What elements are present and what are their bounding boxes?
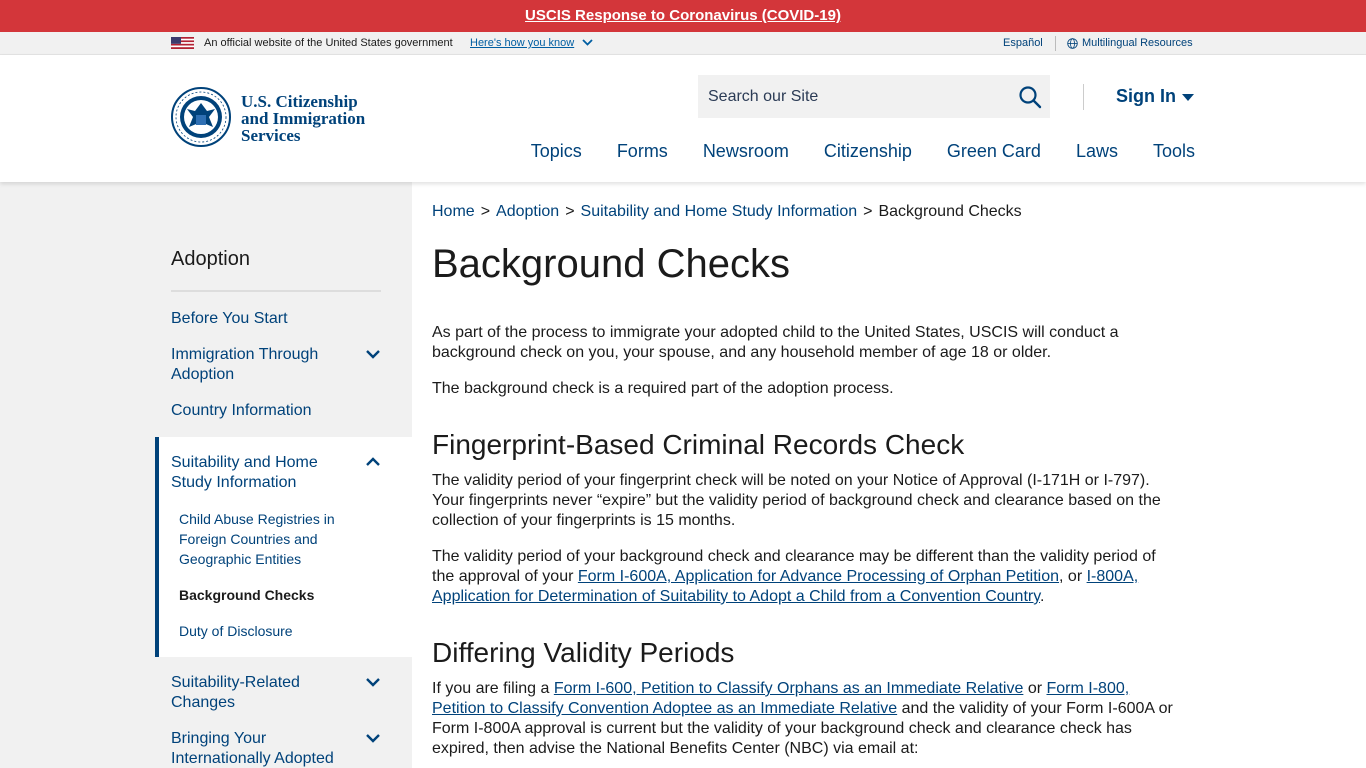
sidebar-subitem-background-checks[interactable]: Background Checks [179, 585, 349, 605]
fingerprint-paragraph-2: The validity period of your background c… [432, 547, 1182, 607]
breadcrumb-current: Background Checks [878, 203, 1022, 220]
globe-icon [1067, 38, 1078, 49]
nav-newsroom[interactable]: Newsroom [703, 141, 789, 162]
covid-alert-bar: USCIS Response to Coronavirus (COVID-19) [0, 0, 1366, 32]
main-navigation: Topics Forms Newsroom Citizenship Green … [496, 141, 1195, 162]
fingerprint-paragraph-1: The validity period of your fingerprint … [432, 472, 1161, 529]
multilingual-resources-link[interactable]: Multilingual Resources [1082, 37, 1193, 49]
banner-divider [1055, 36, 1056, 51]
official-website-text: An official website of the United States… [204, 37, 453, 49]
sidebar-item-suitability-related-changes[interactable]: Suitability-Related Changes [171, 673, 351, 713]
chevron-up-icon[interactable] [364, 453, 382, 471]
covid-alert-link[interactable]: USCIS Response to Coronavirus (COVID-19) [525, 7, 841, 24]
section-heading-fingerprint: Fingerprint-Based Criminal Records Check [432, 429, 965, 460]
fp-text-b: , or [1059, 568, 1087, 585]
sign-in-button[interactable]: Sign In [1116, 86, 1194, 107]
sidebar-subitem-duty-of-disclosure[interactable]: Duty of Disclosure [179, 621, 349, 641]
page-title: Background Checks [432, 242, 790, 286]
logo-line-1: U.S. Citizenship [241, 92, 358, 111]
breadcrumb-adoption[interactable]: Adoption [496, 203, 559, 220]
chevron-down-icon[interactable] [364, 729, 382, 747]
sidebar-subitem-child-abuse-registries[interactable]: Child Abuse Registries in Foreign Countr… [179, 509, 349, 569]
section-heading-differing-validity: Differing Validity Periods [432, 637, 735, 668]
sidebar-item-bringing-your-child[interactable]: Bringing Your Internationally Adopted [171, 729, 361, 768]
breadcrumb: Home > Adoption > Suitability and Home Study… [432, 203, 1022, 221]
search-icon[interactable] [1018, 85, 1042, 109]
intro-paragraph-1: As part of the process to immigrate your… [432, 324, 1119, 361]
sign-in-label: Sign In [1116, 86, 1176, 106]
us-flag-icon [171, 37, 194, 49]
breadcrumb-separator: > [565, 203, 575, 220]
breadcrumb-separator: > [863, 203, 873, 220]
nav-laws[interactable]: Laws [1076, 141, 1118, 162]
fp-text-c: . [1040, 588, 1045, 605]
caret-down-icon [1182, 93, 1194, 101]
dhs-seal-icon[interactable] [171, 87, 231, 147]
chevron-down-icon[interactable] [364, 673, 382, 691]
intro-paragraph-2: The background check is a required part … [432, 380, 894, 397]
breadcrumb-home[interactable]: Home [432, 203, 475, 220]
uscis-logo-text[interactable]: U.S. Citizenship and Immigration Service… [241, 93, 365, 144]
gov-banner: An official website of the United States… [0, 32, 1366, 55]
dv-text-a: If you are filing a [432, 680, 554, 697]
sidebar-item-before-you-start[interactable]: Before You Start [171, 309, 351, 329]
form-i-600a-link[interactable]: Form I-600A, Application for Advance Pro… [578, 568, 1059, 585]
sidebar-nav: Adoption Before You Start Immigration Th… [0, 182, 412, 768]
espanol-link[interactable]: Español [1003, 37, 1043, 49]
sidebar-item-immigration-through-adoption[interactable]: Immigration Through Adoption [171, 345, 351, 385]
nav-green-card[interactable]: Green Card [947, 141, 1041, 162]
heres-how-you-know-link[interactable]: Here's how you know [470, 37, 574, 49]
nav-topics[interactable]: Topics [531, 141, 582, 162]
logo-line-3: Services [241, 126, 301, 145]
differing-validity-paragraph: If you are filing a Form I-600, Petition… [432, 679, 1182, 759]
site-header: U.S. Citizenship and Immigration Service… [0, 55, 1366, 182]
site-search [698, 75, 1050, 118]
header-divider [1083, 84, 1084, 110]
dv-text-b: or [1023, 680, 1047, 697]
nav-forms[interactable]: Forms [617, 141, 668, 162]
chevron-down-icon[interactable] [364, 345, 382, 363]
sidebar-item-country-information[interactable]: Country Information [171, 401, 351, 421]
chevron-down-icon[interactable] [582, 37, 593, 48]
form-i-600-link[interactable]: Form I-600, Petition to Classify Orphans… [554, 680, 1024, 697]
logo-line-2: and Immigration [241, 109, 366, 128]
sidebar-title: Adoption [171, 248, 250, 270]
breadcrumb-separator: > [480, 203, 491, 220]
sidebar-item-suitability[interactable]: Suitability and Home Study Information [171, 453, 351, 493]
nav-citizenship[interactable]: Citizenship [824, 141, 912, 162]
sidebar-divider [171, 290, 381, 292]
breadcrumb-suitability[interactable]: Suitability and Home Study Information [581, 203, 858, 220]
nav-tools[interactable]: Tools [1153, 141, 1195, 162]
search-input[interactable] [698, 75, 998, 118]
